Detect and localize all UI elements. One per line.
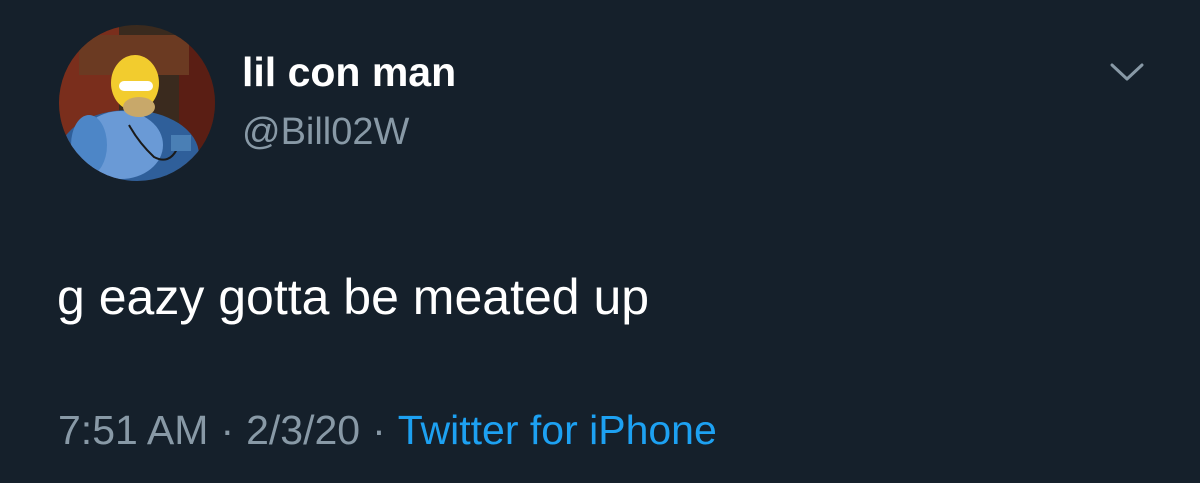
tweet-time[interactable]: 7:51 AM bbox=[58, 407, 208, 453]
tweet-date[interactable]: 2/3/20 bbox=[246, 407, 360, 453]
chevron-down-icon bbox=[1110, 63, 1144, 81]
meta-separator: · bbox=[220, 407, 235, 453]
display-name[interactable]: lil con man bbox=[242, 52, 456, 93]
tweet-menu-button[interactable] bbox=[1108, 60, 1146, 84]
tweet-source-link[interactable]: Twitter for iPhone bbox=[398, 407, 717, 453]
avatar-image bbox=[59, 25, 215, 181]
tweet-card: lil con man @Bill02W g eazy gotta be mea… bbox=[0, 0, 1200, 483]
tweet-metadata: 7:51 AM · 2/3/20 · Twitter for iPhone bbox=[58, 410, 717, 451]
tweet-text: g eazy gotta be meated up bbox=[57, 269, 650, 325]
username-handle[interactable]: @Bill02W bbox=[242, 113, 409, 151]
meta-separator: · bbox=[372, 407, 386, 453]
avatar[interactable] bbox=[59, 25, 215, 181]
